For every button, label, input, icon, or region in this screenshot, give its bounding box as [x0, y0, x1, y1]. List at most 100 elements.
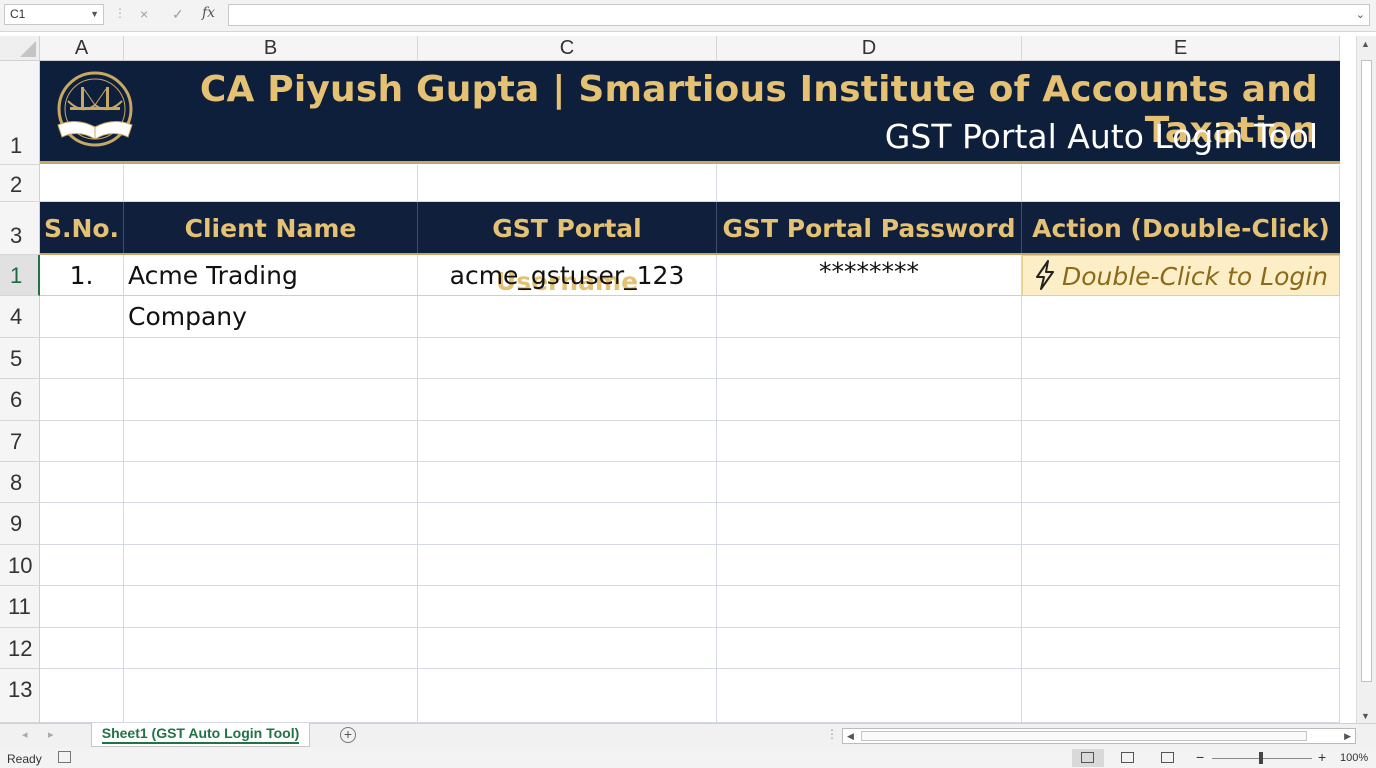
grid-cell[interactable] [418, 338, 717, 379]
grid-cell[interactable] [40, 462, 124, 503]
row-header-data-1[interactable]: 1 [0, 255, 40, 296]
grid-cell[interactable] [1022, 545, 1340, 586]
grid-cell[interactable] [717, 338, 1022, 379]
grid-cell[interactable] [717, 165, 1022, 202]
row-header-12[interactable]: 12 [0, 628, 40, 669]
grid-cell[interactable] [1022, 379, 1340, 421]
grid-cell[interactable] [1022, 503, 1340, 545]
grid-cell[interactable] [124, 545, 418, 586]
grid-cell[interactable] [40, 421, 124, 462]
horizontal-scroll-thumb[interactable] [861, 731, 1307, 741]
sheet-tab-sheet1[interactable]: Sheet1 (GST Auto Login Tool) [91, 723, 310, 747]
grid-cell[interactable] [717, 421, 1022, 462]
expand-formula-bar-icon[interactable]: ⌄ [1356, 8, 1365, 21]
enter-icon[interactable]: ✓ [172, 6, 184, 23]
grid-cell[interactable] [418, 421, 717, 462]
grid-cell[interactable] [717, 669, 1022, 723]
row-header-13[interactable]: 13 [0, 669, 40, 723]
scroll-down-icon[interactable]: ▼ [1361, 711, 1370, 721]
grid-cell[interactable] [124, 165, 418, 202]
grid-cell[interactable] [40, 296, 124, 338]
column-header-e[interactable]: E [1022, 36, 1340, 61]
vertical-scroll-thumb[interactable] [1361, 60, 1372, 682]
grid-cell[interactable] [717, 462, 1022, 503]
grid-cell[interactable] [1022, 421, 1340, 462]
row-header-3[interactable]: 3 [0, 202, 40, 255]
grid-cell[interactable] [418, 462, 717, 503]
accessibility-icon[interactable] [58, 751, 71, 763]
name-box[interactable]: C1 ▼ [4, 4, 104, 25]
grid-cell[interactable] [1022, 165, 1340, 202]
column-header-b[interactable]: B [124, 36, 418, 61]
grid-cell[interactable] [1022, 586, 1340, 628]
row-header-1[interactable]: 1 [0, 61, 40, 165]
chevron-down-icon[interactable]: ▼ [90, 5, 99, 24]
cell-sno[interactable]: 1. [40, 255, 124, 296]
row-header-5[interactable]: 5 [0, 338, 40, 379]
formula-input[interactable]: ⌄ [228, 4, 1370, 26]
header-client-name[interactable]: Client Name [124, 202, 418, 253]
cell-password[interactable]: ******** [717, 255, 1022, 296]
page-layout-button[interactable] [1112, 749, 1144, 767]
horizontal-scrollbar[interactable]: ◀ ▶ [842, 728, 1356, 744]
header-password[interactable]: GST Portal Password [717, 202, 1022, 253]
column-header-d[interactable]: D [717, 36, 1022, 61]
grid-cell[interactable] [40, 338, 124, 379]
grid-cell[interactable] [40, 165, 124, 202]
column-header-a[interactable]: A [40, 36, 124, 61]
grid-cell[interactable] [124, 421, 418, 462]
zoom-slider-thumb[interactable] [1259, 752, 1263, 764]
row-header-8[interactable]: 8 [0, 462, 40, 503]
zoom-out-icon[interactable]: − [1196, 749, 1204, 765]
add-sheet-icon[interactable]: + [340, 727, 356, 743]
zoom-level[interactable]: 100% [1340, 752, 1368, 764]
scroll-left-icon[interactable]: ◀ [847, 729, 854, 743]
row-header-4[interactable]: 4 [0, 296, 40, 338]
grid-cell[interactable] [40, 586, 124, 628]
row-header-6[interactable]: 6 [0, 379, 40, 421]
grid-cell[interactable] [418, 503, 717, 545]
header-sno[interactable]: S.No. [40, 202, 124, 253]
header-username[interactable]: GST Portal Username [418, 202, 717, 296]
column-header-c[interactable]: C [418, 36, 717, 61]
cancel-icon[interactable]: × [140, 6, 148, 22]
page-break-preview-button[interactable] [1152, 749, 1184, 767]
grid-cell[interactable] [40, 503, 124, 545]
grid-cell[interactable] [124, 628, 418, 669]
tab-scroll-left-icon[interactable]: ◂ [22, 728, 28, 741]
split-handle-icon[interactable]: ⋮ [826, 727, 838, 741]
grid-cell[interactable] [1022, 628, 1340, 669]
double-click-login-button[interactable]: Double-Click to Login [1022, 255, 1340, 296]
grid-cell[interactable] [717, 586, 1022, 628]
normal-view-button[interactable] [1072, 749, 1104, 767]
header-action[interactable]: Action (Double-Click) [1022, 202, 1340, 253]
grid-cell[interactable] [418, 628, 717, 669]
grid-cell[interactable] [418, 586, 717, 628]
drag-handle-icon[interactable]: ⋮ [114, 6, 126, 20]
row-header-9[interactable]: 9 [0, 503, 40, 545]
grid-cell[interactable] [124, 462, 418, 503]
vertical-scrollbar[interactable]: ▲ ▼ [1356, 36, 1376, 724]
grid-cell[interactable] [717, 503, 1022, 545]
title-banner[interactable]: CA Piyush Gupta | Smartious Institute of… [40, 61, 1340, 164]
grid-cell[interactable] [717, 379, 1022, 421]
grid-cell[interactable] [1022, 462, 1340, 503]
grid-cell[interactable] [124, 503, 418, 545]
grid-cell[interactable] [1022, 669, 1340, 723]
cell-username[interactable]: acme_gstuser_123 [418, 255, 717, 296]
grid-cell[interactable] [418, 545, 717, 586]
row-header-10[interactable]: 10 [0, 545, 40, 586]
grid-cell[interactable] [124, 379, 418, 421]
scroll-right-icon[interactable]: ▶ [1344, 729, 1351, 743]
insert-function-icon[interactable]: fx [202, 5, 215, 21]
grid-cell[interactable] [418, 669, 717, 723]
grid-cell[interactable] [418, 165, 717, 202]
scroll-up-icon[interactable]: ▲ [1361, 39, 1370, 49]
grid-cell[interactable] [1022, 338, 1340, 379]
grid-cell[interactable] [40, 628, 124, 669]
grid-cell[interactable] [124, 669, 418, 723]
grid-cell[interactable] [124, 338, 418, 379]
tab-scroll-right-icon[interactable]: ▸ [48, 728, 54, 741]
grid-cell[interactable] [40, 545, 124, 586]
grid-cell[interactable] [1022, 296, 1340, 338]
